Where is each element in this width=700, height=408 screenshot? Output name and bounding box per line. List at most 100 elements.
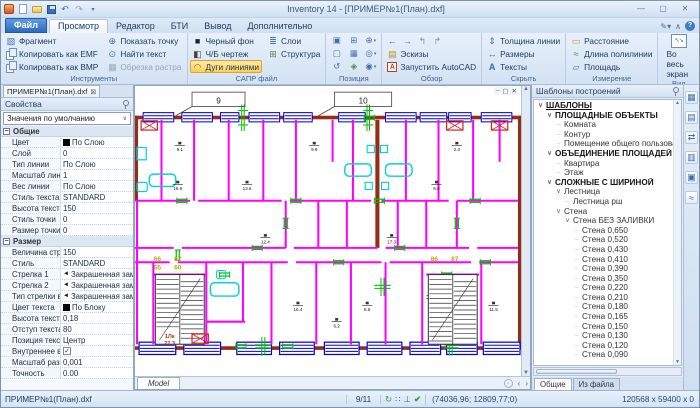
tree-item[interactable]: – Этаж: [535, 168, 681, 178]
undo-icon[interactable]: ↶: [59, 3, 71, 15]
tree-item[interactable]: – Квартира: [535, 159, 681, 169]
table-tool-icon[interactable]: ▦: [685, 91, 698, 104]
canvas-vscrollbar[interactable]: ▲ ▼: [521, 86, 530, 376]
tree-item[interactable]: – Стена 0,430: [535, 245, 681, 255]
property-row[interactable]: Масштаб линии1: [1, 170, 133, 181]
pin-icon[interactable]: [671, 86, 679, 96]
position-tool-7[interactable]: ↺: [328, 60, 345, 73]
list-tool-icon[interactable]: ▥: [685, 151, 698, 164]
draw-area[interactable]: 9 10 66 67 65 60 86 87 16.6 13.6 9.9 6.5 17.3 12.4 16.…: [135, 86, 521, 376]
property-row[interactable]: Слой 0: [1, 148, 133, 159]
line-weight-button[interactable]: ⇕ Толщина линии: [484, 34, 563, 47]
tree-item[interactable]: – Стена 0,410: [535, 255, 681, 265]
refresh-icon[interactable]: ↻: [385, 394, 392, 405]
pin-icon[interactable]: [121, 99, 129, 109]
distance-button[interactable]: ▭ Расстояние: [568, 34, 655, 47]
black-background-button[interactable]: ■ Черный фон: [190, 34, 262, 47]
dimensions-button[interactable]: ↔ Размеры: [484, 47, 563, 60]
close-document-icon[interactable]: ⊠: [90, 88, 96, 96]
copy-bmp-button[interactable]: Копировать как BMP: [3, 60, 101, 73]
show-point-button[interactable]: ⊕ Показать точку: [104, 34, 184, 47]
property-row[interactable]: Цвет По Слою: [1, 137, 133, 148]
tab-from-file[interactable]: Из файла: [572, 378, 620, 390]
arcs-as-lines-button[interactable]: ◠ Дуги линиями: [189, 60, 262, 73]
property-row[interactable]: Стиль STANDARD: [1, 258, 133, 269]
tree-item[interactable]: ∨ ШАБЛОНЫ: [535, 101, 681, 111]
tree-item[interactable]: ∨ ПЛОЩАДНЫЕ ОБЪЕКТЫ: [535, 111, 681, 121]
tree-item[interactable]: ∨ Лестница: [535, 187, 681, 197]
tree-item[interactable]: – Стена 0,390: [535, 264, 681, 274]
position-tool-4[interactable]: ▢: [328, 47, 345, 60]
property-row[interactable]: Отступ текста 80: [1, 324, 133, 335]
menu-tab[interactable]: Дополнительно: [239, 20, 320, 33]
scroll-left-icon[interactable]: ‹: [518, 379, 521, 388]
layers-button[interactable]: ≣ Слои: [265, 34, 323, 47]
property-row[interactable]: Высота текста 150: [1, 203, 133, 214]
tree-item[interactable]: ∨ ОБЪЕДИНЕНИЕ ПЛОЩАДЕЙ: [535, 149, 681, 159]
mdi-restore-icon[interactable]: ▢: [502, 87, 508, 95]
property-row[interactable]: Точность 0.00: [1, 368, 133, 379]
close-button[interactable]: ✕: [677, 3, 693, 15]
menu-tab[interactable]: Файл: [5, 18, 47, 33]
position-tool-2[interactable]: ⊞: [345, 34, 362, 47]
tree-item[interactable]: – Стена 0,150: [535, 322, 681, 332]
polyline-length-button[interactable]: ≈ Длина полилинии: [568, 47, 655, 60]
help-icon[interactable]: ?: [685, 21, 695, 31]
tree-item[interactable]: – Стена 0,220: [535, 283, 681, 293]
sketches-button[interactable]: ▤ Эскизы: [384, 47, 479, 60]
tree-item[interactable]: – Стена 0,165: [535, 312, 681, 322]
maximize-button[interactable]: ▢: [655, 3, 671, 15]
tree-item[interactable]: – Комната: [535, 120, 681, 130]
find-text-button[interactable]: ⊙ Найти текст: [104, 47, 184, 60]
tree-item[interactable]: ∨ СЛОЖНЫЕ С ШИРИНОЙ: [535, 178, 681, 188]
tree-item[interactable]: ∨ Стена БЕЗ ЗАЛИВКИ: [535, 216, 681, 226]
mdi-minimize-icon[interactable]: –: [496, 87, 500, 95]
grid-snap-icon[interactable]: ∷: [395, 394, 400, 405]
copy-emf-button[interactable]: Копировать как EMF: [3, 47, 101, 60]
structure-button[interactable]: ⊞ Структура: [265, 47, 323, 60]
property-row[interactable]: Цвет текста По Блоку: [1, 302, 133, 313]
check-icon[interactable]: ✔: [414, 394, 421, 405]
property-row[interactable]: Величина стрелки150: [1, 247, 133, 258]
property-row[interactable]: Размер точки 0: [1, 225, 133, 236]
app-icon[interactable]: [3, 3, 15, 15]
tree-item[interactable]: – Контур: [535, 130, 681, 140]
hscroll-thumb[interactable]: [536, 369, 617, 374]
property-row[interactable]: Вес линии По Слою: [1, 181, 133, 192]
menu-tab[interactable]: Редактор: [108, 20, 163, 33]
property-row[interactable]: Внутреннее вырав✓: [1, 346, 133, 357]
ortho-icon[interactable]: ⊥: [404, 394, 411, 405]
position-tool-1[interactable]: ▣: [328, 34, 345, 47]
scroll-down-icon[interactable]: ▼: [675, 359, 680, 365]
tree-item[interactable]: – Стена 0,180: [535, 302, 681, 312]
area-button[interactable]: ▱ Площадь: [568, 60, 655, 73]
tree-item[interactable]: – Стена 0,130: [535, 331, 681, 341]
position-tool-3[interactable]: ⊕ ▾: [362, 34, 379, 47]
launch-autocad-button[interactable]: Запустить AutoCAD: [384, 60, 479, 73]
minimize-button[interactable]: —: [633, 3, 649, 15]
save-icon[interactable]: [45, 3, 57, 15]
property-row[interactable]: Тип линии По Слою: [1, 159, 133, 170]
page-forward-icon[interactable]: ↱: [432, 36, 442, 46]
property-row[interactable]: Позиция текста поЦентр: [1, 335, 133, 346]
menu-tab[interactable]: БТИ: [163, 20, 196, 33]
menu-tab[interactable]: Вывод: [196, 20, 239, 33]
bw-drawing-button[interactable]: ◧ Ч/Б чертеж: [190, 47, 262, 60]
property-group[interactable]: − Общие: [1, 126, 133, 137]
property-row[interactable]: Тип стрелки вынос◄Закрашенная зам: [1, 291, 133, 302]
tree-item[interactable]: – Стена 0,350: [535, 274, 681, 284]
page-back-icon[interactable]: ↰: [417, 36, 427, 46]
scroll-up-icon[interactable]: ▲: [523, 86, 529, 92]
window-tool-icon[interactable]: ▣: [685, 171, 698, 184]
back-icon[interactable]: ←: [387, 36, 397, 46]
tree-item[interactable]: – Лестница рш: [535, 197, 681, 207]
property-group[interactable]: − Размер: [1, 236, 133, 247]
qat-dropdown-icon[interactable]: ▾: [87, 3, 99, 15]
model-tab[interactable]: Model: [137, 377, 181, 389]
tree-item[interactable]: – Стена 0,210: [535, 293, 681, 303]
fullscreen-button[interactable]: ↖↘ Во весь экран: [660, 34, 697, 79]
menu-tab[interactable]: Просмотр: [48, 19, 109, 33]
scroll-right-icon[interactable]: ›: [525, 379, 528, 388]
new-file-icon[interactable]: [17, 3, 29, 15]
position-tool-8[interactable]: ◈: [345, 60, 362, 73]
